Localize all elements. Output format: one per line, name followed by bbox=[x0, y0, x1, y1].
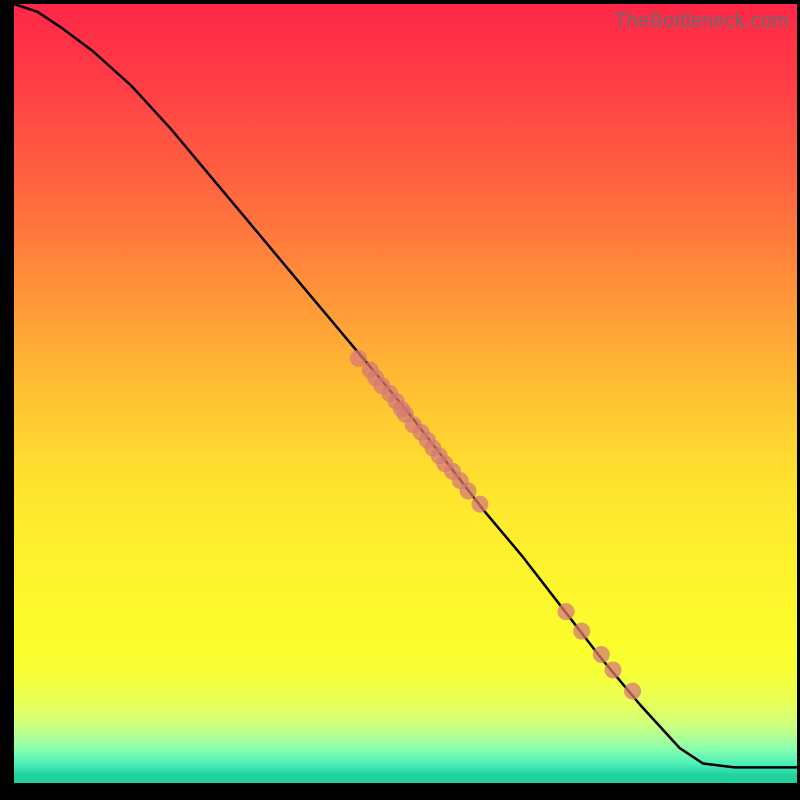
chart-frame: TheBottleneck.com bbox=[0, 0, 800, 800]
chart-svg bbox=[14, 4, 797, 783]
data-point bbox=[471, 496, 488, 513]
data-point bbox=[460, 482, 477, 499]
data-point bbox=[593, 646, 610, 663]
plot-area: TheBottleneck.com bbox=[14, 4, 797, 783]
data-point bbox=[624, 683, 641, 700]
curve-line bbox=[14, 4, 797, 767]
data-point bbox=[558, 603, 575, 620]
data-point bbox=[605, 662, 622, 679]
data-point bbox=[573, 623, 590, 640]
